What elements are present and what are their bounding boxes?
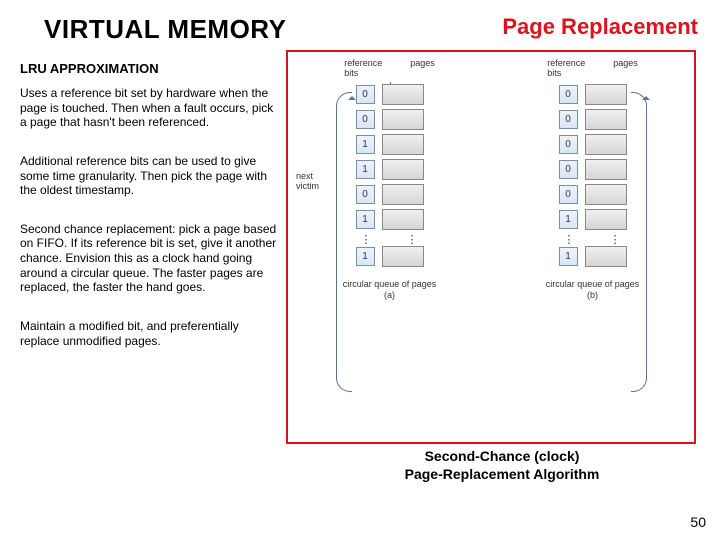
ref-bit: 1 [356,247,375,266]
ref-bit: 0 [559,160,578,179]
page-box [382,246,424,267]
topic-title: Page Replacement [502,14,698,45]
col-tag: (b) [587,290,598,300]
ref-bit: 1 [356,135,375,154]
loop-arrow-icon [631,92,647,392]
body-text: Uses a reference bit set by hardware whe… [20,86,280,372]
ref-bit: 0 [559,185,578,204]
page-box [585,84,627,105]
col-caption: circular queue of pages [343,279,437,289]
ref-bit: 0 [559,85,578,104]
ref-bit: 0 [559,110,578,129]
page-box [382,159,424,180]
page-number: 50 [690,514,706,530]
page-box [585,209,627,230]
page-box [585,184,627,205]
page-title: VIRTUAL MEMORY [44,14,286,45]
ref-bit: 1 [559,210,578,229]
figure-caption: Second-Chance (clock)Page-Replacement Al… [312,448,692,483]
ellipsis-icon: ⋮⋮ [560,237,625,243]
page-box [585,134,627,155]
col-tag: (a) [384,290,395,300]
paragraph: Second chance replacement: pick a page b… [20,222,280,295]
loop-arrow-icon [336,92,352,392]
page-box [382,84,424,105]
page-box [585,159,627,180]
col-header: pages [613,58,638,78]
page-box [382,109,424,130]
col-header: referencebits [344,58,382,78]
ref-bit: 0 [559,135,578,154]
paragraph: Uses a reference bit set by hardware whe… [20,86,280,130]
ref-bit: 1 [356,210,375,229]
figure-frame: next victim referencebits pages 0 0 1 [286,50,696,444]
ref-bit: 1 [356,160,375,179]
page-box [382,184,424,205]
col-header: pages [410,58,435,78]
ref-bit: 0 [356,110,375,129]
ellipsis-icon: ⋮⋮ [357,237,422,243]
content-row: Uses a reference bit set by hardware whe… [0,86,720,372]
page-box [585,109,627,130]
figure-area: next victim referencebits pages 0 0 1 [286,86,710,372]
page-box [382,209,424,230]
page-box [585,246,627,267]
ref-bit: 0 [356,185,375,204]
ref-bit: 0 [356,85,375,104]
ref-bit: 1 [559,247,578,266]
queue-col-a: referencebits pages 0 0 1 1 0 1 ⋮⋮ [288,52,491,442]
col-header: referencebits [547,58,585,78]
col-caption: circular queue of pages [546,279,640,289]
queue-col-b: referencebits pages 0 0 0 0 0 1 ⋮⋮ 1 [491,52,694,442]
paragraph: Additional reference bits can be used to… [20,154,280,198]
page-box [382,134,424,155]
paragraph: Maintain a modified bit, and preferentia… [20,319,280,348]
